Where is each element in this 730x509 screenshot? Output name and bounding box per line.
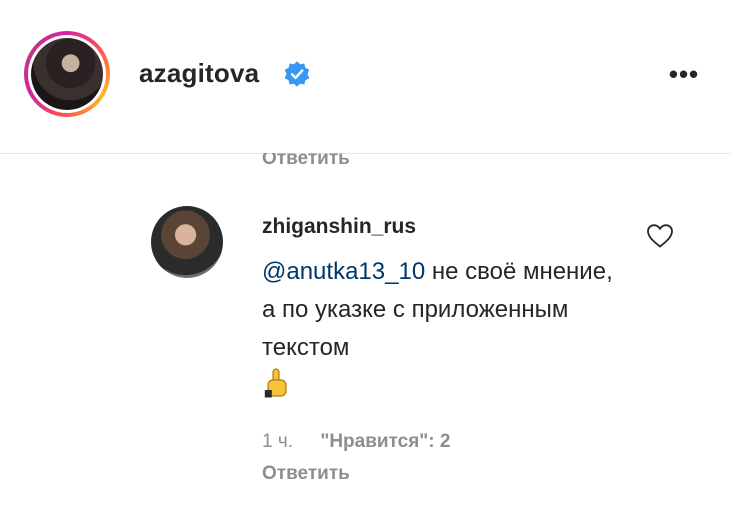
comment-likes-count[interactable]: "Нравится": 2 xyxy=(320,431,450,452)
comment-author-avatar[interactable] xyxy=(151,206,223,278)
comment-body: @anutka13_10 не своё мнение, а по указке… xyxy=(262,253,622,367)
avatar xyxy=(31,38,103,110)
post-header: azagitova ••• Ответить xyxy=(0,0,730,169)
more-options-button[interactable]: ••• xyxy=(664,56,704,92)
pointing-up-emoji-icon xyxy=(264,368,287,398)
heart-icon[interactable] xyxy=(646,223,674,249)
verified-badge-icon xyxy=(284,61,310,87)
reply-button[interactable]: Ответить xyxy=(262,463,350,485)
avatar-ring-inner xyxy=(28,35,106,113)
mention-link[interactable]: @anutka13_10 xyxy=(262,258,425,285)
comment-meta: 1 ч. "Нравится": 2 xyxy=(262,431,450,453)
post-author-username[interactable]: azagitova xyxy=(139,58,259,89)
profile-avatar-story-ring[interactable] xyxy=(24,31,110,117)
comment-timestamp[interactable]: 1 ч. xyxy=(262,431,293,452)
comment-author-username[interactable]: zhiganshin_rus xyxy=(262,215,416,239)
previous-comment-reply-link[interactable]: Ответить xyxy=(262,153,350,172)
